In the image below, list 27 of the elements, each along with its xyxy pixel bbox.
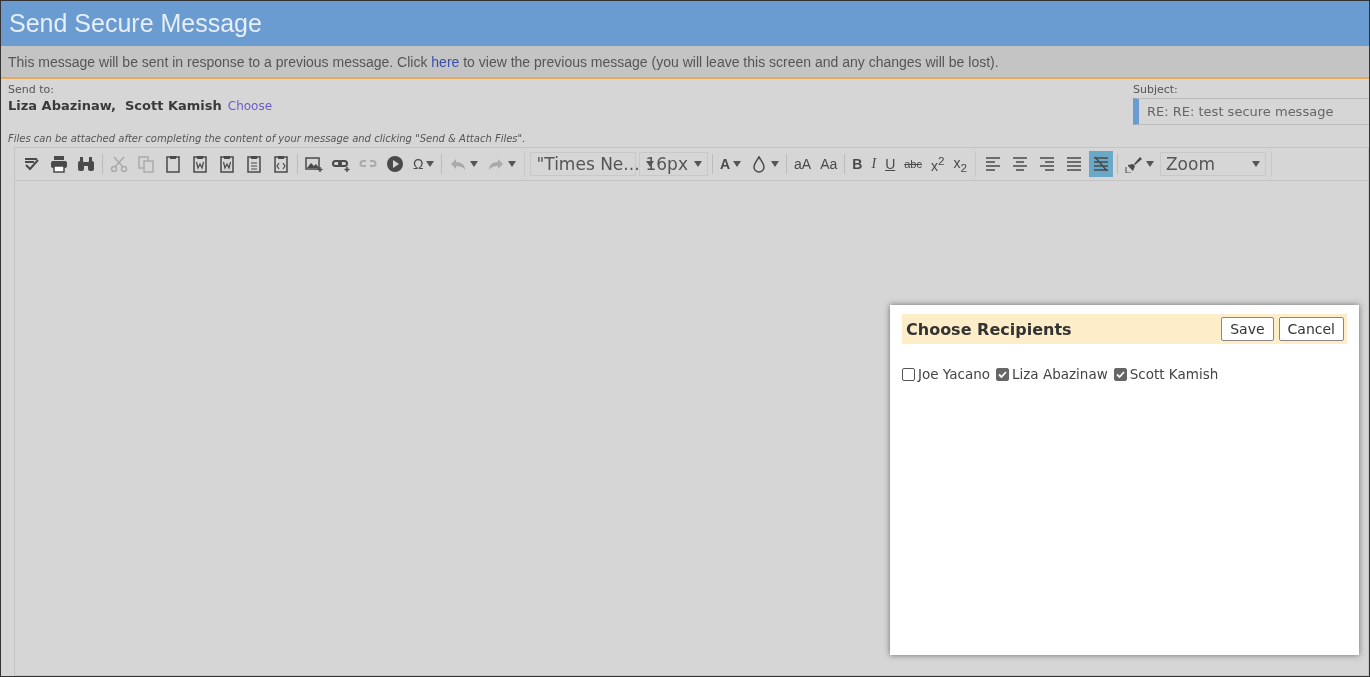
toolbar-button[interactable]: A <box>716 151 745 177</box>
here-link[interactable]: here <box>431 53 460 70</box>
toolbar-button[interactable]: B <box>849 151 866 177</box>
recipient-checkbox[interactable]: Joe Yacano <box>902 366 990 382</box>
subject-label: Subject: <box>1133 83 1179 96</box>
toolbar-button[interactable]: x$^{2}$ <box>928 151 948 177</box>
choose-link[interactable]: Choose <box>227 99 273 113</box>
toolbar-button[interactable]: I <box>868 151 880 177</box>
dialog-button[interactable]: Cancel <box>1278 317 1344 341</box>
dropdown[interactable]: Zoom <box>1159 152 1266 176</box>
dropdown[interactable]: 16px <box>639 152 708 176</box>
toolbar-button[interactable]: U <box>882 151 899 177</box>
window-title: Send Secure Message <box>9 9 262 38</box>
subject-field[interactable]: RE: RE: test secure message <box>1133 98 1369 125</box>
notice-text: This message will be sent in response to a previous message. Click here to view the previous message (you will leave this screen and any changes will be lost). <box>8 53 999 70</box>
dialog-button[interactable]: Save <box>1221 317 1274 341</box>
attach-hint: Files can be attached after completing the content of your message and clicking "Send & Attach Files". <box>8 133 527 144</box>
toolbar-button[interactable]: aA <box>791 151 815 177</box>
dialog-title: Choose Recipients <box>906 319 1072 339</box>
send-to-label: Send to: <box>8 83 55 96</box>
toolbar-button[interactable]: Aa <box>817 151 841 177</box>
recipient-checkbox[interactable]: Scott Kamish <box>1113 366 1219 382</box>
toolbar-button[interactable]: Ω <box>410 151 438 177</box>
toolbar-button[interactable]: x$_{2}$ <box>950 151 970 177</box>
recipient-names: Liza Abazinaw, Scott Kamish <box>8 98 222 113</box>
toolbar-button[interactable]: abc <box>901 151 925 177</box>
recipient-checkbox[interactable]: Liza Abazinaw <box>996 366 1108 382</box>
